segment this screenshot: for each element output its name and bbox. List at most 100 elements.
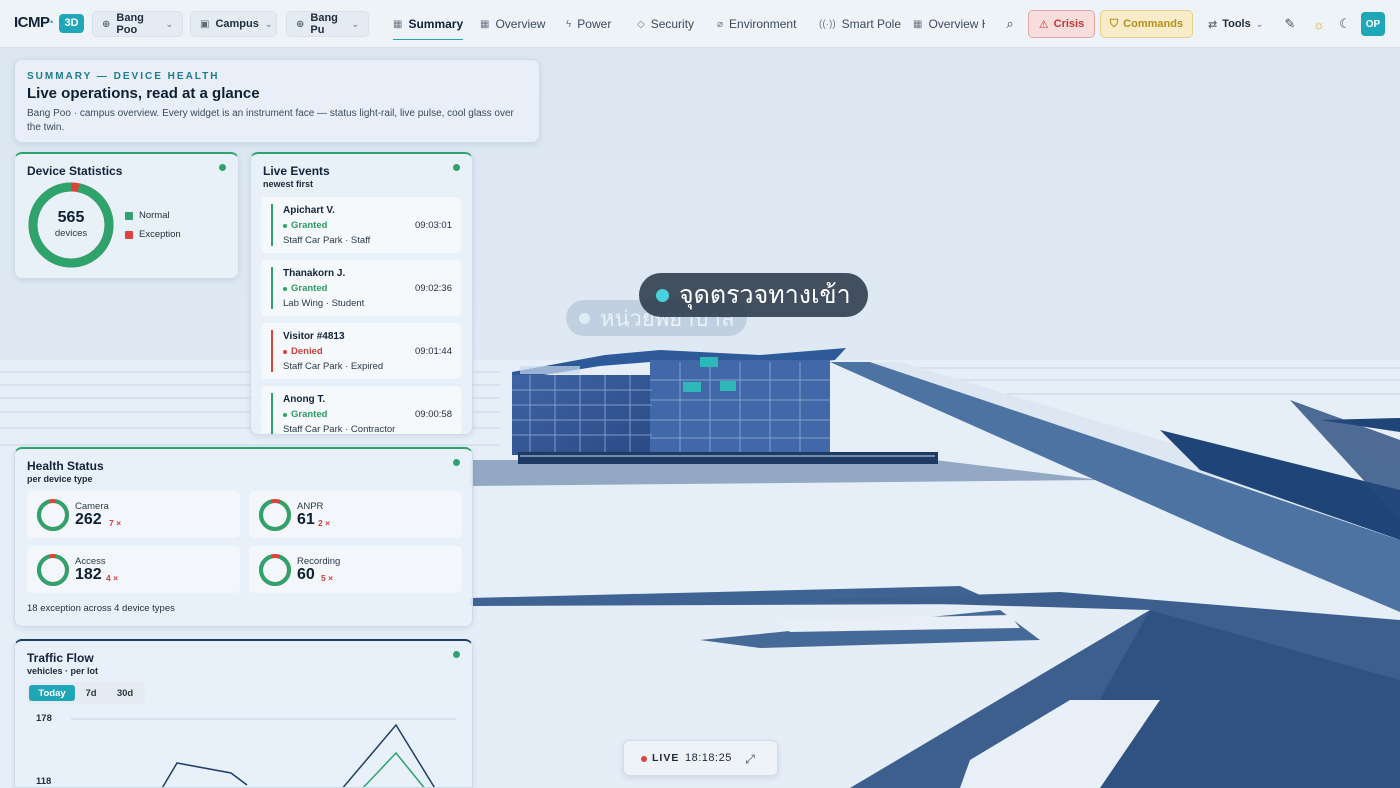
device-statistics-card: Device Statistics 565 devices Normal Exc… <box>14 152 239 279</box>
event-status: Denied <box>283 346 323 357</box>
tile-value: 182 <box>75 566 102 583</box>
chevron-down-icon: ⌄ <box>165 18 173 29</box>
shield-icon: ◇ <box>637 18 645 30</box>
range-tabs: Today 7d 30d <box>27 682 145 704</box>
logo-3d-badge[interactable]: 3D <box>59 14 84 33</box>
card-title: Traffic Flow <box>27 651 94 665</box>
card-subtitle: vehicles · per lot <box>27 666 99 676</box>
light-theme-button[interactable]: ☼ <box>1306 11 1332 37</box>
health-tile-recording[interactable]: Recording 60 5 × <box>249 546 462 593</box>
bolt-icon: ϟ <box>566 18 572 30</box>
commands-button[interactable]: ⛉ Commands <box>1100 10 1193 38</box>
traffic-line-chart[interactable] <box>51 715 471 788</box>
traffic-flow-card: Traffic Flow vehicles · per lot Today 7d… <box>14 639 473 788</box>
crisis-button[interactable]: ⚠ Crisis <box>1028 10 1095 38</box>
health-tile-camera[interactable]: Camera 262 7 × <box>27 491 240 538</box>
event-name: Visitor #4813 <box>283 331 345 342</box>
tab-label: Overview H <box>928 17 985 31</box>
signal-icon: ((·)) <box>819 18 836 30</box>
live-status-dot <box>453 651 460 658</box>
commands-label: Commands <box>1123 18 1184 30</box>
logo-text: ICMP <box>14 14 50 31</box>
event-status: Granted <box>283 220 327 231</box>
health-ring <box>37 554 69 586</box>
legend-normal: Normal <box>125 210 170 221</box>
summary-title: Live operations, read at a glance <box>27 85 260 102</box>
card-title: Device Statistics <box>27 164 123 178</box>
event-item[interactable]: Visitor #4813 Denied Staff Car Park · Ex… <box>261 323 461 379</box>
tile-exceptions: 2 × <box>318 518 331 528</box>
tab-smart-pole[interactable]: ((·)) Smart Pole <box>819 8 901 40</box>
live-events-card: Live Events newest first Apichart V. Gra… <box>250 152 473 435</box>
tab-summary[interactable]: ▦ Summary <box>393 8 464 40</box>
dark-theme-button[interactable]: ☾ <box>1332 11 1358 37</box>
series-line-lot-b <box>342 723 436 787</box>
event-status: Granted <box>283 409 327 420</box>
health-tile-access[interactable]: Access 182 4 × <box>27 546 240 593</box>
range-tab-7d[interactable]: 7d <box>79 685 103 701</box>
legend-label: Exception <box>139 229 181 240</box>
health-ring <box>259 554 291 586</box>
fullscreen-button[interactable]: ⤢ <box>740 749 760 769</box>
range-tab-30d[interactable]: 30d <box>109 685 141 701</box>
card-title: Health Status <box>27 459 104 473</box>
tools-menu[interactable]: ⇄ Tools ⌄ <box>1198 11 1271 37</box>
scene-label-entry-checkpoint[interactable]: จุดตรวจทางเข้า <box>639 273 868 317</box>
card-subtitle: newest first <box>263 179 314 189</box>
tab-label: Overview <box>495 17 546 31</box>
y-tick-label: 118 <box>36 776 52 787</box>
event-time: 09:03:01 <box>415 220 452 231</box>
tab-security[interactable]: ◇ Security <box>637 8 694 40</box>
site-selector[interactable]: ⊕ Bang Poo ⌄ <box>92 11 183 37</box>
globe-icon: ⊕ <box>296 18 305 30</box>
edit-button[interactable]: ✎ <box>1277 11 1303 37</box>
series-line-lot-a <box>161 762 248 787</box>
event-item[interactable]: Thanakorn J. Granted Lab Wing · Student … <box>261 260 461 316</box>
event-item[interactable]: Anong T. Granted Staff Car Park · Contra… <box>261 386 461 435</box>
summary-description: Bang Poo · campus overview. Every widget… <box>27 108 514 133</box>
tab-overview[interactable]: ▦ Overview <box>480 8 545 40</box>
card-subtitle: per device type <box>27 474 93 484</box>
status-rail <box>271 267 273 309</box>
event-status: Granted <box>283 283 327 294</box>
event-name: Thanakorn J. <box>283 268 346 279</box>
site-selector-label: Bang Poo <box>116 12 144 36</box>
y-tick-label: 178 <box>36 713 52 724</box>
chevron-down-icon: ⌄ <box>351 18 359 29</box>
tab-overview-h[interactable]: ▦ Overview H <box>913 8 985 40</box>
health-status-card: Health Status per device type Camera 262… <box>14 447 473 627</box>
sliders-icon: ⇄ <box>1208 18 1218 31</box>
health-footer: 18 exception across 4 device types <box>27 603 175 614</box>
event-item[interactable]: Apichart V. Granted Staff Car Park · Sta… <box>261 197 461 253</box>
live-status-dot <box>453 164 460 171</box>
event-meta: Staff Car Park · Staff <box>283 235 371 246</box>
event-time: 09:02:36 <box>415 283 452 294</box>
scene-label-text: จุดตรวจทางเข้า <box>679 280 851 309</box>
legend-label: Normal <box>139 210 170 221</box>
tab-environment[interactable]: ⌀ Environment <box>717 8 796 40</box>
event-meta: Staff Car Park · Contractor <box>283 424 396 435</box>
live-indicator-dot <box>641 756 647 762</box>
app-logo[interactable]: ICMP· <box>14 14 54 31</box>
summary-header-card: SUMMARY — DEVICE HEALTH Live operations,… <box>14 59 540 143</box>
tab-label: Security <box>650 17 695 31</box>
device-total-unit: devices <box>54 228 88 239</box>
search-icon: ⌕ <box>1006 16 1014 31</box>
search-button[interactable]: ⌕ <box>997 11 1023 37</box>
event-meta: Staff Car Park · Expired <box>283 361 384 372</box>
chevron-down-icon: ⌄ <box>264 18 273 29</box>
grid-icon: ▦ <box>393 18 403 30</box>
campus-selector-label: Campus <box>215 18 259 30</box>
range-tab-today[interactable]: Today <box>29 685 75 701</box>
event-time: 09:01:44 <box>415 346 452 357</box>
event-status-label: Denied <box>291 346 323 357</box>
live-status-dot <box>453 459 460 466</box>
user-avatar[interactable]: OP <box>1361 12 1385 36</box>
tab-label: Power <box>577 17 612 31</box>
tile-value: 60 <box>297 566 315 583</box>
location-selector[interactable]: ⊕ Bang Pu ⌄ <box>286 11 369 37</box>
tab-power[interactable]: ϟ Power <box>566 8 611 40</box>
sun-icon: ☼ <box>1313 16 1325 32</box>
health-tile-anpr[interactable]: ANPR 61 2 × <box>249 491 462 538</box>
campus-selector[interactable]: ▣ Campus ⌄ <box>190 11 277 37</box>
